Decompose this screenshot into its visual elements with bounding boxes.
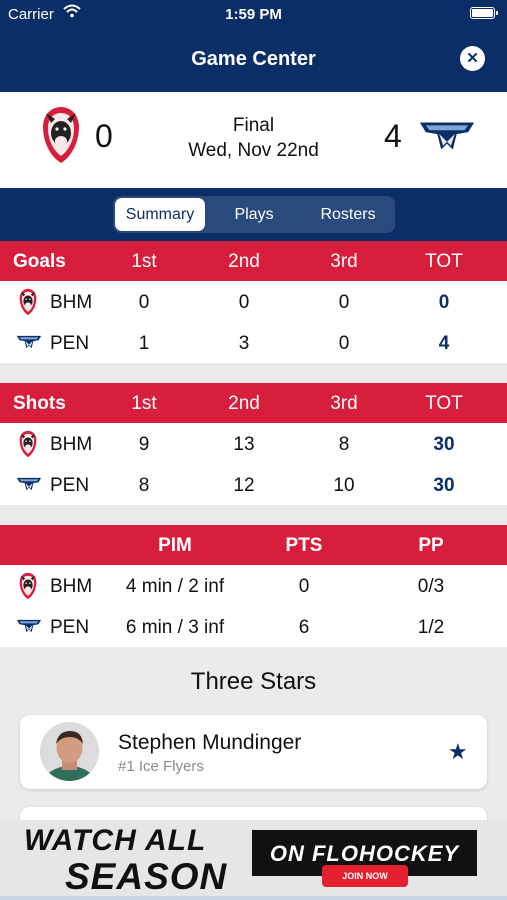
goals-label: Goals [13, 251, 66, 272]
cell: 3 [238, 333, 250, 354]
cell: 6 [298, 617, 310, 638]
ice-flyers-logo [16, 617, 42, 635]
close-button[interactable]: ✕ [460, 46, 485, 71]
table-row: BHM 0 0 0 0 [0, 281, 507, 322]
cell-total: 4 [438, 333, 450, 354]
tab-rosters[interactable]: Rosters [303, 198, 393, 231]
table-row: PEN 1 3 0 4 [0, 322, 507, 363]
team-abbr: BHM [50, 576, 93, 597]
battery-icon [470, 7, 498, 19]
col-pts: PTS [285, 535, 323, 556]
bison-logo [16, 572, 40, 600]
cell: 0 [338, 333, 350, 354]
penalties-header: PIM PTS PP [0, 525, 507, 565]
team-abbr: PEN [50, 333, 90, 354]
cell-total: 30 [433, 475, 455, 496]
team-abbr: PEN [50, 617, 90, 638]
tab-bar: Summary Plays Rosters [0, 188, 507, 241]
col-tot: TOT [425, 393, 463, 414]
table-row: PEN 8 12 10 30 [0, 464, 507, 505]
goals-header: Goals 1st 2nd 3rd TOT [0, 241, 507, 281]
player-name: Stephen Mundinger [118, 731, 302, 754]
cell-total: 0 [438, 292, 450, 313]
star-card[interactable]: Stephen Mundinger #1 Ice Flyers ★ [20, 715, 487, 789]
cell: 0 [138, 292, 150, 313]
bison-logo [16, 288, 40, 316]
team-abbr: PEN [50, 475, 90, 496]
ad-brand: ON FLOHOCKEY [269, 841, 460, 866]
col-3rd: 3rd [330, 251, 358, 272]
col-pim: PIM [158, 535, 192, 556]
star-icon: ★ [448, 739, 468, 764]
ad-headline-2: SEASON [65, 856, 228, 897]
cell: 0 [298, 576, 310, 597]
col-3rd: 3rd [330, 393, 358, 414]
nav-bar: Game Center ✕ [0, 28, 507, 92]
three-stars-title: Three Stars [190, 668, 317, 695]
cell: 0 [338, 292, 350, 313]
col-2nd: 2nd [228, 251, 260, 272]
segmented-control: Summary Plays Rosters [113, 196, 395, 233]
cell: 8 [138, 475, 150, 496]
cell: 1 [138, 333, 150, 354]
col-1st: 1st [131, 393, 157, 414]
away-score: 4 [384, 118, 402, 154]
ice-flyers-logo [418, 118, 476, 154]
ice-flyers-logo [16, 475, 42, 493]
col-tot: TOT [425, 251, 463, 272]
tab-plays[interactable]: Plays [209, 198, 299, 231]
col-pp: PP [418, 535, 444, 556]
col-1st: 1st [131, 251, 157, 272]
tab-summary[interactable]: Summary [115, 198, 205, 231]
avatar [40, 722, 99, 781]
cell-total: 30 [433, 434, 455, 455]
cell: 1/2 [417, 617, 445, 638]
join-now-button[interactable]: JOIN NOW [322, 865, 408, 887]
team-abbr: BHM [50, 292, 93, 313]
cell: 6 min / 3 inf [125, 617, 225, 638]
status-bar: Carrier 1:59 PM [0, 0, 507, 28]
ad-headline: WATCH ALL [24, 824, 207, 857]
cell: 8 [338, 434, 350, 455]
shots-label: Shots [13, 393, 66, 414]
goals-table: Goals 1st 2nd 3rd TOT BHM 0 0 0 0 PEN 1 … [0, 241, 507, 363]
col-2nd: 2nd [228, 393, 260, 414]
ad-stripe [0, 896, 507, 900]
cell: 10 [333, 475, 355, 496]
table-row: BHM 4 min / 2 inf 0 0/3 [0, 565, 507, 606]
close-icon: ✕ [466, 50, 479, 67]
cell: 4 min / 2 inf [125, 576, 225, 597]
bison-logo [16, 430, 40, 458]
cell: 0/3 [417, 576, 445, 597]
ice-flyers-logo [16, 333, 42, 351]
cell: 13 [233, 434, 255, 455]
table-row: PEN 6 min / 3 inf 6 1/2 [0, 606, 507, 647]
team-abbr: BHM [50, 434, 93, 455]
player-detail: #1 Ice Flyers [118, 758, 204, 775]
table-row: BHM 9 13 8 30 [0, 423, 507, 464]
cell: 0 [238, 292, 250, 313]
page-title: Game Center [191, 48, 316, 70]
clock: 1:59 PM [225, 6, 282, 23]
advertisement-banner[interactable]: WATCH ALL SEASON ON FLOHOCKEY JOIN NOW [0, 820, 507, 900]
cell: 12 [233, 475, 255, 496]
penalties-table: PIM PTS PP BHM 4 min / 2 inf 0 0/3 PEN 6… [0, 525, 507, 647]
cell: 9 [138, 434, 150, 455]
shots-header: Shots 1st 2nd 3rd TOT [0, 383, 507, 423]
shots-table: Shots 1st 2nd 3rd TOT BHM 9 13 8 30 PEN … [0, 383, 507, 505]
scoreboard: 0 Final Wed, Nov 22nd 4 [0, 92, 507, 188]
